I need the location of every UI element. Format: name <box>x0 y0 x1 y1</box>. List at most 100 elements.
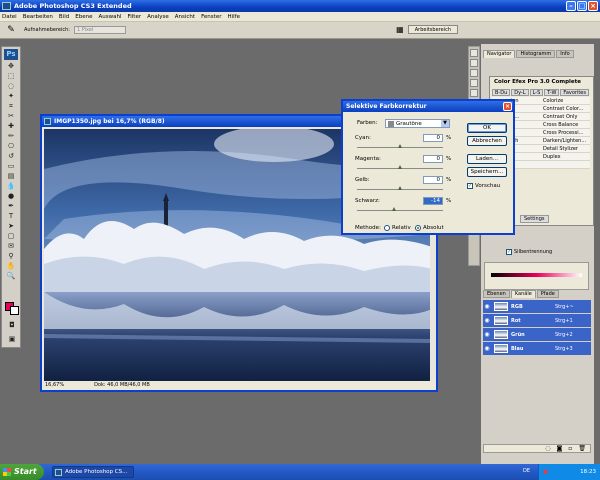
pen-tool-icon[interactable]: ✒ <box>3 202 19 211</box>
dodge-tool-icon[interactable]: ● <box>3 192 19 201</box>
cefex-settings-button[interactable]: Settings <box>520 215 549 223</box>
stamp-tool-icon[interactable]: ⎔ <box>3 142 19 151</box>
history-brush-icon[interactable]: ↺ <box>3 152 19 161</box>
close-button[interactable]: × <box>588 1 598 11</box>
eye-icon[interactable]: ◉ <box>483 345 491 352</box>
workspace-button[interactable]: Arbeitsbereich <box>407 25 458 34</box>
channel-row[interactable]: ◉ Grün Strg+2 <box>483 328 591 341</box>
tab-navigator[interactable]: Navigator <box>483 50 516 58</box>
tab-pfade[interactable]: Pfade <box>536 290 559 298</box>
eye-icon[interactable]: ◉ <box>483 317 491 324</box>
menu-datei[interactable]: Datei <box>2 14 17 20</box>
sample-size-select[interactable]: 1 Pixel <box>73 26 126 34</box>
cyan-value[interactable]: 0 <box>423 134 443 142</box>
minimize-button[interactable]: – <box>566 1 576 11</box>
color-picker-mini[interactable] <box>484 262 589 290</box>
cefex-tab-dy-l[interactable]: Dy-L <box>511 89 529 96</box>
load-selection-icon[interactable]: ◌ <box>545 445 550 452</box>
menu-analyse[interactable]: Analyse <box>147 14 169 20</box>
menu-hilfe[interactable]: Hilfe <box>227 14 240 20</box>
magenta-value[interactable]: 0 <box>423 155 443 163</box>
panel-icon-4[interactable] <box>470 79 478 87</box>
quickmask-icon[interactable]: ◘ <box>4 321 20 330</box>
ps-logo-icon[interactable]: Ps <box>4 49 18 60</box>
crop-tool-icon[interactable]: ⌗ <box>3 102 19 111</box>
eyedropper-tool-icon[interactable]: ⚲ <box>3 252 19 261</box>
blur-tool-icon[interactable]: 💧 <box>3 182 19 191</box>
save-selection-icon[interactable]: ◙ <box>556 445 562 452</box>
zoom-readout[interactable]: 16,67% <box>45 381 64 390</box>
panel-icon-3[interactable] <box>470 69 478 77</box>
healing-tool-icon[interactable]: ✚ <box>3 122 19 131</box>
eye-icon[interactable]: ◉ <box>483 331 491 338</box>
notes-tool-icon[interactable]: ✉ <box>3 242 19 251</box>
delete-channel-icon[interactable]: 🗑 <box>578 445 586 452</box>
eraser-tool-icon[interactable]: ▭ <box>3 162 19 171</box>
cyan-slider-thumb[interactable] <box>398 144 402 148</box>
farben-dropdown[interactable]: Grautöne ▼ <box>385 119 450 128</box>
slice-tool-icon[interactable]: ✂ <box>3 112 19 121</box>
hand-tool-icon[interactable]: ✋ <box>3 262 19 271</box>
tab-info[interactable]: Info <box>556 50 574 58</box>
schwarz-slider-thumb[interactable] <box>391 207 396 211</box>
panel-icon-1[interactable] <box>470 49 478 57</box>
clock[interactable]: 18:23 <box>580 469 596 475</box>
start-button[interactable]: Start <box>0 464 44 480</box>
chevron-down-icon[interactable]: ▼ <box>441 120 449 127</box>
menu-auswahl[interactable]: Auswahl <box>98 14 121 20</box>
new-channel-icon[interactable]: ▫ <box>568 445 572 452</box>
channel-row[interactable]: ◉ Blau Strg+3 <box>483 342 591 355</box>
absolut-radio[interactable] <box>415 225 421 231</box>
menu-bild[interactable]: Bild <box>59 14 69 20</box>
zoom-tool-icon[interactable]: 🔍 <box>3 272 19 281</box>
dialog-titlebar[interactable]: Selektive Farbkorrektur × <box>343 101 513 112</box>
gelb-value[interactable]: 0 <box>423 176 443 184</box>
gelb-slider-thumb[interactable] <box>398 186 402 190</box>
tab-histogram[interactable]: Histogramm <box>516 50 556 58</box>
background-color-swatch[interactable] <box>10 306 19 315</box>
schwarz-slider[interactable] <box>357 210 443 211</box>
menu-fenster[interactable]: Fenster <box>201 14 221 20</box>
menu-ebene[interactable]: Ebene <box>75 14 92 20</box>
menu-ansicht[interactable]: Ansicht <box>175 14 195 20</box>
lasso-tool-icon[interactable]: ◌ <box>3 82 19 91</box>
brush-tool-icon[interactable]: ✏ <box>3 132 19 141</box>
eyedropper-icon[interactable]: ✎ <box>4 24 18 37</box>
menu-bearbeiten[interactable]: Bearbeiten <box>23 14 53 20</box>
color-ramp[interactable] <box>491 273 582 277</box>
tab-ebenen[interactable]: Ebenen <box>483 290 510 298</box>
cancel-button[interactable]: Abbrechen <box>467 136 507 146</box>
panel-icon-5[interactable] <box>470 89 478 97</box>
workspace-icon[interactable]: ▦ <box>396 25 404 34</box>
document-size-info[interactable]: Dok: 46,0 MB/46,0 MB <box>94 381 150 390</box>
cefex-tab-b-du[interactable]: B-Du <box>492 89 511 96</box>
taskbar-item-photoshop[interactable]: Adobe Photoshop CS... <box>52 466 134 478</box>
tab-kanaele[interactable]: Kanäle <box>510 290 536 298</box>
silbentrennung-checkbox[interactable]: ✓ <box>506 249 512 255</box>
menu-filter[interactable]: Filter <box>127 14 141 20</box>
cefex-tab-t-w[interactable]: T-W <box>544 89 560 96</box>
move-tool-icon[interactable]: ✥ <box>3 62 19 71</box>
eye-icon[interactable]: ◉ <box>483 303 491 310</box>
magenta-slider-thumb[interactable] <box>398 165 402 169</box>
silbentrennung-option[interactable]: ✓ Silbentrennung <box>506 249 552 255</box>
cefex-tab-favorites[interactable]: Favorites <box>560 89 589 96</box>
schwarz-value[interactable]: -14 <box>423 197 443 205</box>
preview-checkbox[interactable]: ✓ <box>467 183 473 189</box>
channel-row[interactable]: ◉ Rot Strg+1 <box>483 314 591 327</box>
panel-icon-2[interactable] <box>470 59 478 67</box>
ok-button[interactable]: OK <box>467 123 507 133</box>
maximize-button[interactable]: □ <box>577 1 587 11</box>
cefex-tab-l-s[interactable]: L-S <box>529 89 544 96</box>
dialog-close-button[interactable]: × <box>503 102 512 111</box>
load-button[interactable]: Laden... <box>467 154 507 164</box>
tray-icon[interactable]: ● <box>543 469 548 475</box>
shape-tool-icon[interactable]: ▢ <box>3 232 19 241</box>
relativ-radio[interactable] <box>384 225 390 231</box>
text-tool-icon[interactable]: T <box>3 212 19 221</box>
magic-wand-tool-icon[interactable]: ✦ <box>3 92 19 101</box>
channel-row[interactable]: ◉ RGB Strg+~ <box>483 300 591 313</box>
gradient-tool-icon[interactable]: ▤ <box>3 172 19 181</box>
screen-mode-icon[interactable]: ▣ <box>4 335 20 344</box>
save-button[interactable]: Speichern... <box>467 167 507 177</box>
